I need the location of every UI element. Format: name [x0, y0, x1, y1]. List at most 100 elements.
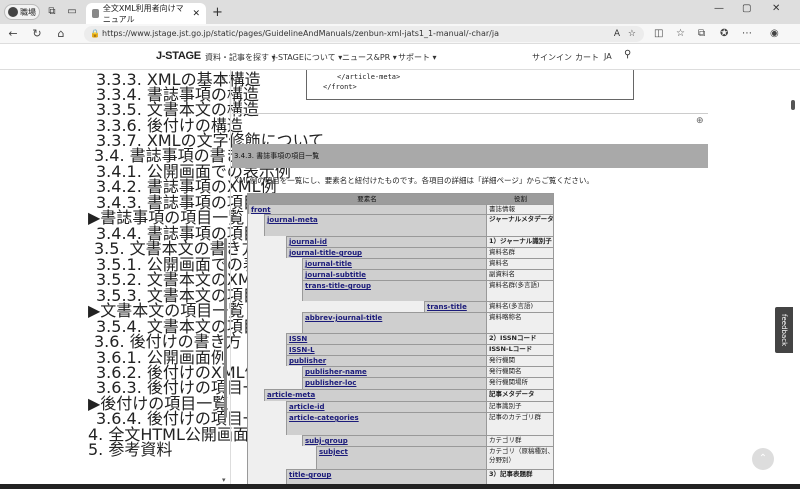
read-aloud-icon[interactable]: A: [614, 26, 620, 42]
element-role: ISSN-Lコード: [486, 344, 553, 355]
element-name-link[interactable]: front: [248, 204, 486, 214]
sidebar-divider: [230, 70, 231, 489]
element-name-link[interactable]: trans-title-group: [302, 280, 486, 301]
window-close-icon[interactable]: ✕: [772, 3, 780, 14]
table-row: article-categories 記事のカテゴリ群: [248, 412, 553, 435]
element-role: カテゴリ群: [486, 435, 553, 446]
element-name-link[interactable]: subj-group: [302, 435, 486, 446]
site-header: J-STAGE 資料・記事を探す ▾ J-STAGEについて ▾ ニュース&PR…: [0, 44, 800, 70]
element-role: 資料略称名: [486, 312, 553, 333]
table-row: publisher 発行機関: [248, 355, 553, 366]
table-row: journal-id 1）ジャーナル識別子: [248, 236, 553, 247]
element-name-link[interactable]: publisher: [286, 355, 486, 366]
search-icon[interactable]: ⚲: [624, 49, 631, 60]
browser-tab-bar: 職場 ⧉ ▭ 全文XML利用者向けマニュアル ✕ + — ▢ ✕: [0, 0, 800, 24]
url-field[interactable]: 🔒 https://www.jstage.jst.go.jp/static/pa…: [84, 26, 644, 42]
element-role: カテゴリ（原稿種別、分野別）: [486, 446, 553, 469]
sidebar-item[interactable]: ▶書誌事項の項目一覧: [88, 210, 244, 226]
element-name-link[interactable]: journal-subtitle: [302, 269, 486, 280]
more-icon[interactable]: ⋯: [742, 28, 752, 39]
code-line: </front>: [323, 83, 357, 91]
workspaces-icon[interactable]: ⧉: [46, 6, 58, 18]
sidebar-item[interactable]: 3.5. 文書本文の書き方: [94, 241, 258, 257]
element-role: ジャーナルメタデータ: [486, 214, 553, 236]
intro-text: XML例の項目を一覧にし、要素名と紐付けたものです。各項目の詳細は「詳細ページ」…: [234, 176, 594, 185]
back-to-top-button[interactable]: ⌃: [752, 448, 774, 470]
header-role: 役割: [514, 195, 527, 203]
favorite-star-icon[interactable]: ☆: [628, 26, 636, 42]
table-row: trans-title 資料名(多言語): [248, 301, 553, 312]
edge-icon[interactable]: ◉: [770, 28, 779, 39]
element-name-link[interactable]: ISSN: [286, 333, 486, 344]
element-name-link[interactable]: article-meta: [264, 389, 486, 401]
language-link[interactable]: JA: [604, 52, 612, 61]
nav-support[interactable]: サポート ▾: [398, 52, 437, 63]
collections-icon[interactable]: ⧉: [698, 28, 705, 39]
split-screen-icon[interactable]: ◫: [654, 28, 663, 39]
element-name-link[interactable]: trans-title: [424, 301, 486, 312]
element-name-link[interactable]: journal-id: [286, 236, 486, 247]
table-row: journal-meta ジャーナルメタデータ: [248, 214, 553, 236]
sidebar-scroll-up-icon[interactable]: ▴: [222, 74, 226, 82]
tab-actions-icon[interactable]: ▭: [66, 6, 78, 18]
table-row: abbrev-journal-title 資料略称名: [248, 312, 553, 333]
element-role: 2）ISSNコード: [486, 333, 553, 344]
element-name-link[interactable]: article-categories: [286, 412, 486, 435]
element-role: 書誌情報: [486, 204, 553, 214]
back-icon[interactable]: ←: [6, 27, 20, 40]
table-row: publisher-loc 発行機関場所: [248, 377, 553, 389]
address-toolbar: ← ↻ ⌂ 🔒 https://www.jstage.jst.go.jp/sta…: [0, 24, 800, 44]
favorites-icon[interactable]: ☆: [676, 28, 685, 39]
table-row: publisher-name 発行機関名: [248, 366, 553, 377]
nav-news[interactable]: ニュース&PR ▾: [342, 52, 397, 63]
element-role: 記事識別子: [486, 401, 553, 412]
active-tab[interactable]: 全文XML利用者向けマニュアル ✕: [86, 3, 206, 24]
close-icon[interactable]: ✕: [192, 9, 200, 19]
divider: [232, 113, 708, 114]
signin-link[interactable]: サインイン: [532, 52, 572, 63]
element-name-link[interactable]: article-id: [286, 401, 486, 412]
page-scrollbar[interactable]: [791, 100, 795, 110]
element-name-link[interactable]: ISSN-L: [286, 344, 486, 355]
new-tab-icon[interactable]: +: [212, 5, 223, 20]
sidebar-item[interactable]: 3.6. 後付けの書き方: [94, 334, 242, 350]
table-header: 要素名 役割: [248, 194, 553, 204]
element-role: 副資料名: [486, 269, 553, 280]
element-name-link[interactable]: journal-title: [302, 258, 486, 269]
zoom-icon[interactable]: ⊕: [696, 116, 704, 126]
element-role: 資料名群: [486, 247, 553, 258]
feedback-button[interactable]: feedback: [775, 307, 793, 353]
table-row: article-id 記事識別子: [248, 401, 553, 412]
nav-search[interactable]: 資料・記事を探す ▾: [205, 52, 276, 63]
header-name: 要素名: [357, 195, 377, 203]
url-text: https://www.jstage.jst.go.jp/static/page…: [102, 29, 499, 38]
sidebar-item[interactable]: ▶文書本文の項目一覧: [88, 303, 244, 319]
element-name-link[interactable]: subject: [316, 446, 486, 469]
home-icon[interactable]: ⌂: [54, 27, 68, 40]
profile-button[interactable]: 職場: [4, 4, 40, 20]
table-row: ISSN 2）ISSNコード: [248, 333, 553, 344]
nav-about[interactable]: J-STAGEについて ▾: [273, 52, 342, 63]
table-row: front 書誌情報: [248, 204, 553, 214]
element-role: 1）ジャーナル識別子: [486, 236, 553, 247]
sidebar-item[interactable]: 3.3.5. 文書本文の構造: [96, 102, 259, 118]
refresh-icon[interactable]: ↻: [30, 27, 44, 40]
element-role: 発行機関名: [486, 366, 553, 377]
sidebar-scroll-down-icon[interactable]: ▾: [222, 476, 226, 484]
cart-link[interactable]: カート: [575, 52, 599, 63]
element-name-link[interactable]: publisher-name: [302, 366, 486, 377]
element-name-link[interactable]: abbrev-journal-title: [302, 312, 486, 333]
minimize-icon[interactable]: —: [714, 3, 724, 14]
table-row: journal-subtitle 副資料名: [248, 269, 553, 280]
element-name-link[interactable]: publisher-loc: [302, 377, 486, 389]
element-name-link[interactable]: journal-title-group: [286, 247, 486, 258]
sidebar-scrollbar[interactable]: [224, 238, 227, 418]
code-example-box: </article-meta> </front>: [306, 70, 634, 100]
element-role: 資料名(多言語): [486, 301, 553, 312]
sidebar-item[interactable]: 5. 参考資料: [88, 442, 172, 458]
element-role: 記事メタデータ: [486, 389, 553, 401]
maximize-icon[interactable]: ▢: [742, 3, 751, 14]
element-name-link[interactable]: journal-meta: [264, 214, 486, 236]
copilot-icon[interactable]: ✪: [720, 28, 728, 39]
site-logo[interactable]: J-STAGE: [156, 50, 201, 62]
